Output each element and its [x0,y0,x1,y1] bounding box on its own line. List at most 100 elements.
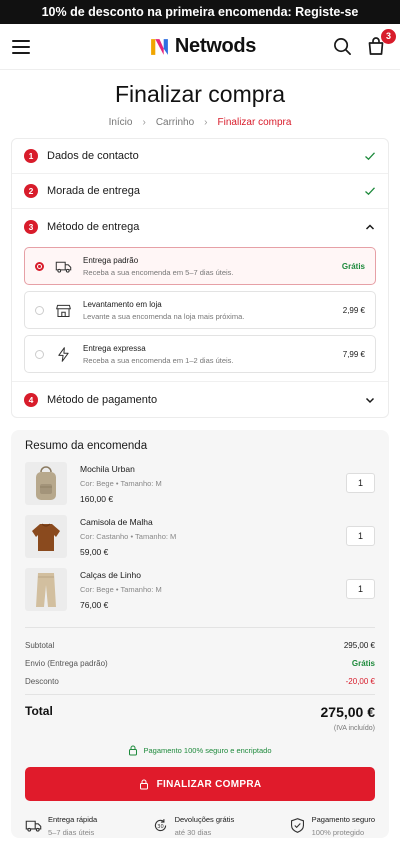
feature-list: Entrega rápida 5–7 dias úteis 30 Devoluç… [25,815,375,837]
quantity-selector[interactable]: 1 [346,526,375,546]
option-description: Receba a sua encomenda em 5–7 dias úteis… [83,267,234,277]
lightning-icon [58,346,69,362]
breadcrumb-cart[interactable]: Carrinho [156,117,194,128]
item-price: 76,00 € [80,600,109,610]
discount-label: Desconto [25,676,59,686]
feature-title: Entrega rápida [48,815,98,824]
cart-count-badge: 3 [381,28,396,44]
subtotal-label: Subtotal [25,640,55,650]
promo-text: 10% de desconto na primeira encomenda: R… [41,5,359,19]
vat-note: (IVA incluído) [333,725,375,732]
shipping-label: Envio (Entrega padrão) [25,658,108,668]
breadcrumb: Início › Carrinho › Finalizar compra [0,117,400,128]
page-title: Finalizar compra [115,81,285,107]
item-attributes: Cor: Castanho • Tamanho: M [80,532,177,541]
check-icon [365,152,375,161]
cart-item: Mochila Urban Cor: Bege • Tamanho: M 160… [25,462,375,515]
product-image-backpack[interactable] [25,462,67,505]
lock-icon [139,779,148,789]
backpack-icon [36,465,56,500]
option-description: Receba a sua encomenda em 1–2 dias úteis… [83,355,234,365]
delivery-option-standard[interactable]: Entrega padrão Receba a sua encomenda em… [24,247,376,285]
feature-subtitle: 100% protegido [311,828,365,837]
radio-unselected[interactable] [35,349,44,359]
quantity-selector[interactable]: 1 [346,473,375,493]
step-number: 2 [24,184,38,198]
feature-subtitle: até 30 dias [174,828,212,837]
chevron-down-icon[interactable] [364,394,376,406]
product-image-sweater[interactable] [25,515,67,558]
brand-name: Netwods [174,35,257,57]
store-icon [56,304,71,317]
delivery-option-store-pickup[interactable]: Levantamento em loja Levante a sua encom… [24,291,376,329]
item-name[interactable]: Camisola de Malha [80,517,346,527]
svg-text:30: 30 [157,824,163,830]
option-title: Levantamento em loja [83,299,162,309]
summary-title: Resumo da encomenda [25,440,148,452]
item-price: 59,00 € [80,547,109,557]
search-icon[interactable] [333,37,352,56]
lock-icon [129,745,138,756]
feature-title: Devoluções grátis [174,815,235,824]
finalize-purchase-button[interactable]: FINALIZAR COMPRA [25,767,375,801]
feature-fast-delivery: Entrega rápida 5–7 dias úteis [25,815,97,837]
step-number: 1 [24,149,38,163]
option-price: 7,99 € [342,349,365,359]
cart-button[interactable]: 3 [366,28,396,58]
breadcrumb-home[interactable]: Início [109,117,133,128]
total-label: Total [25,704,53,718]
returns-icon: 30 [154,819,166,832]
step-label: Método de pagamento [47,393,158,406]
item-attributes: Cor: Bege • Tamanho: M [80,479,162,488]
feature-title: Pagamento seguro [311,815,375,824]
order-summary: Resumo da encomenda Mochila Urban Cor: B… [11,430,389,838]
truck-icon [55,261,72,273]
subtotal-row: Subtotal 295,00 € [25,636,375,654]
shipping-value: Grátis [351,658,375,668]
feature-free-returns: 30 Devoluções grátis até 30 dias [152,815,235,837]
item-name[interactable]: Mochila Urban [80,464,346,474]
breadcrumb-separator-icon: › [204,117,208,128]
menu-icon[interactable] [12,39,30,54]
shield-check-icon [290,818,304,833]
quantity-selector[interactable]: 1 [346,579,375,599]
discount-value: -20,00 € [345,676,375,686]
step-label: Método de entrega [47,220,140,233]
option-price: Grátis [341,261,365,271]
product-image-trousers[interactable] [25,568,67,611]
step-label: Dados de contacto [47,150,139,162]
feature-subtitle: 5–7 dias úteis [48,828,95,837]
sweater-icon [32,523,60,551]
subtotal-value: 295,00 € [343,640,375,650]
step-delivery-method[interactable]: 3 Método de entrega [12,209,388,244]
option-description: Levante a sua encomenda na loja mais pró… [83,311,245,321]
item-price: 160,00 € [80,494,114,504]
step-number: 4 [24,392,38,407]
step-payment-method[interactable]: 4 Método de pagamento [12,382,388,417]
radio-unselected[interactable] [35,305,44,315]
feature-secure-payment: Pagamento seguro 100% protegido [289,815,375,837]
delivery-option-express[interactable]: Entrega expressa Receba a sua encomenda … [24,335,376,373]
option-title: Entrega padrão [83,255,139,265]
chevron-up-icon[interactable] [364,221,376,233]
option-price: 2,99 € [342,305,365,315]
total-value: 275,00 € [320,704,376,720]
step-address[interactable]: 2 Morada de entrega [12,174,388,209]
option-title: Entrega expressa [83,343,146,353]
cta-label: FINALIZAR COMPRA [156,778,262,790]
item-attributes: Cor: Bege • Tamanho: M [80,585,162,594]
promo-banner[interactable]: 10% de desconto na primeira encomenda: R… [0,0,400,24]
step-contact[interactable]: 1 Dados de contacto [12,139,388,174]
step-label: Morada de entrega [47,185,140,197]
radio-selected[interactable] [35,261,44,271]
cart-item: Camisola de Malha Cor: Castanho • Tamanh… [25,515,375,568]
truck-icon [25,820,42,832]
cart-item: Calças de Linho Cor: Bege • Tamanho: M 7… [25,568,375,621]
checkout-steps: 1 Dados de contacto 2 Morada de entrega … [11,138,389,418]
item-name[interactable]: Calças de Linho [80,570,346,580]
total-row: Total 275,00 € (IVA incluído) [25,694,375,732]
logo[interactable]: Netwods [149,35,256,58]
step-number: 3 [24,219,38,234]
breadcrumb-separator-icon: › [142,117,146,128]
trousers-icon [36,572,56,607]
